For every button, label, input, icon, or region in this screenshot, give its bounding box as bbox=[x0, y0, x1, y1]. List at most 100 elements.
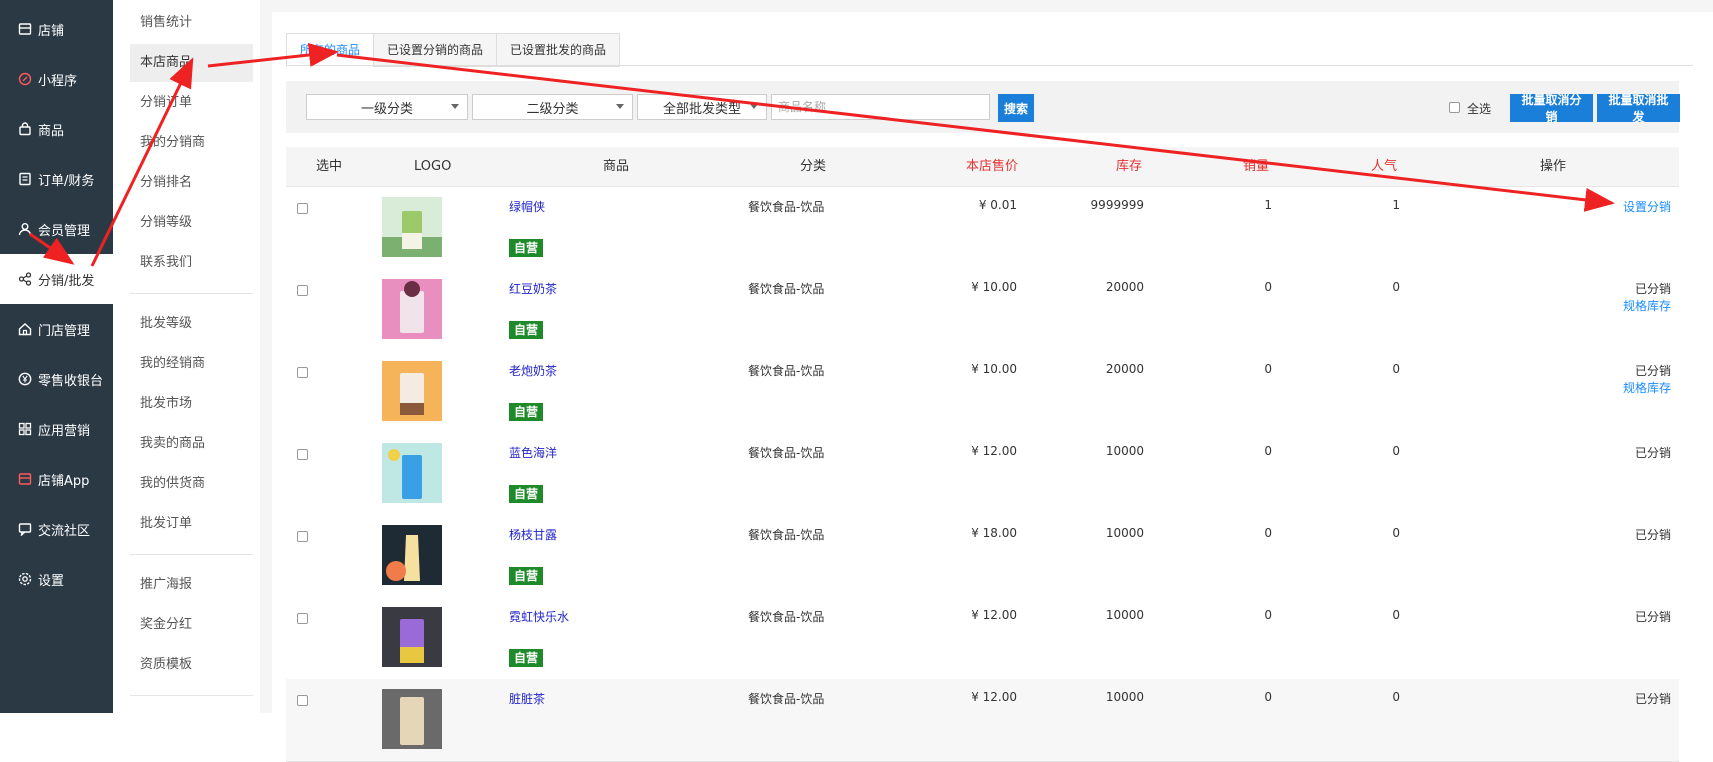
select-all-checkbox[interactable] bbox=[1449, 102, 1460, 113]
nav-item-goods[interactable]: 商品 bbox=[0, 104, 113, 154]
nav-item-community[interactable]: 交流社区 bbox=[0, 504, 113, 554]
nav-item-stores[interactable]: 门店管理 bbox=[0, 304, 113, 354]
bag-icon bbox=[18, 122, 32, 136]
product-name-link[interactable]: 杨枝甘露 bbox=[509, 526, 557, 543]
tab-distribution-goods[interactable]: 已设置分销的商品 bbox=[373, 33, 497, 67]
subnav-sales-stats[interactable]: 销售统计 bbox=[130, 4, 253, 42]
chevron-down-icon bbox=[750, 104, 758, 109]
distributed-status: 已分销 bbox=[1634, 692, 1671, 706]
apps-icon bbox=[18, 422, 32, 436]
subnav-store-goods[interactable]: 本店商品 bbox=[130, 44, 253, 82]
wholesale-type-select[interactable]: 全部批发类型 bbox=[637, 94, 767, 120]
nav-item-cashier[interactable]: 零售收银台 bbox=[0, 354, 113, 404]
nav-item-settings[interactable]: 设置 bbox=[0, 554, 113, 604]
row-checkbox[interactable] bbox=[297, 695, 308, 706]
product-sales: 0 bbox=[1264, 362, 1272, 376]
nav-label: 分销/批发 bbox=[38, 273, 95, 289]
nav-item-store[interactable]: 店铺 bbox=[0, 4, 113, 54]
product-popularity: 0 bbox=[1392, 444, 1400, 458]
subnav-my-suppliers[interactable]: 我的供货商 bbox=[130, 465, 253, 503]
product-sales: 0 bbox=[1264, 526, 1272, 540]
product-popularity: 0 bbox=[1392, 526, 1400, 540]
product-name-link[interactable]: 绿帽侠 bbox=[509, 198, 545, 215]
yen-icon bbox=[18, 372, 32, 386]
product-category: 餐饮食品-饮品 bbox=[748, 200, 825, 214]
subnav-dist-ranking[interactable]: 分销排名 bbox=[130, 164, 253, 202]
subnav-promo-poster[interactable]: 推广海报 bbox=[130, 566, 253, 604]
subnav-dist-levels[interactable]: 分销等级 bbox=[130, 204, 253, 242]
nav-item-miniprogram[interactable]: 小程序 bbox=[0, 54, 113, 104]
product-name-link[interactable]: 老炮奶茶 bbox=[509, 362, 557, 379]
set-distribution-link[interactable]: 设置分销 bbox=[1623, 198, 1671, 215]
subnav-my-dealers[interactable]: 我的经销商 bbox=[130, 345, 253, 383]
category-level1-select[interactable]: 一级分类 bbox=[306, 94, 468, 120]
th-stock[interactable]: 库存 bbox=[1116, 147, 1142, 186]
subnav-my-sold-goods[interactable]: 我卖的商品 bbox=[130, 425, 253, 463]
nav-label: 订单/财务 bbox=[38, 173, 95, 189]
product-name-link[interactable]: 脏脏茶 bbox=[509, 690, 545, 707]
product-stock: 10000 bbox=[1105, 444, 1144, 458]
search-button[interactable]: 搜索 bbox=[998, 94, 1034, 122]
th-popularity[interactable]: 人气 bbox=[1371, 147, 1397, 186]
product-name-link[interactable]: 霓虹快乐水 bbox=[509, 608, 569, 625]
subnav-my-distributors[interactable]: 我的分销商 bbox=[130, 124, 253, 162]
product-price: ¥ 12.00 bbox=[971, 690, 1017, 704]
product-image bbox=[382, 689, 442, 749]
nav-item-store-app[interactable]: 店铺App bbox=[0, 454, 113, 504]
table-header: 选中 LOGO 商品 分类 本店售价 库存 销量 人气 操作 bbox=[286, 147, 1679, 187]
sub-navigation: 销售统计 本店商品 分销订单 我的分销商 分销排名 分销等级 联系我们 批发等级… bbox=[113, 0, 261, 713]
row-checkbox[interactable] bbox=[297, 449, 308, 460]
select-value: 全部批发类型 bbox=[662, 101, 741, 117]
batch-cancel-distribution-button[interactable]: 批量取消分销 bbox=[1510, 93, 1593, 124]
product-stock: 20000 bbox=[1105, 280, 1144, 294]
subnav-divider bbox=[130, 695, 253, 696]
row-checkbox[interactable] bbox=[297, 367, 308, 378]
product-name-link[interactable]: 蓝色海洋 bbox=[509, 444, 557, 461]
spec-stock-link[interactable]: 规格库存 bbox=[1623, 297, 1671, 314]
th-operation: 操作 bbox=[1540, 159, 1567, 174]
product-name-link[interactable]: 红豆奶茶 bbox=[509, 280, 557, 297]
row-checkbox[interactable] bbox=[297, 285, 308, 296]
subnav-wholesale-market[interactable]: 批发市场 bbox=[130, 385, 253, 423]
nav-item-members[interactable]: 会员管理 bbox=[0, 204, 113, 254]
product-name-input[interactable] bbox=[771, 94, 990, 120]
self-operated-badge: 自营 bbox=[509, 649, 544, 667]
product-category: 餐饮食品-饮品 bbox=[748, 364, 825, 378]
row-checkbox[interactable] bbox=[297, 613, 308, 624]
product-stock: 10000 bbox=[1105, 608, 1144, 622]
nav-item-distribution[interactable]: 分销/批发 bbox=[0, 254, 113, 304]
tab-wholesale-goods[interactable]: 已设置批发的商品 bbox=[496, 33, 621, 67]
product-category: 餐饮食品-饮品 bbox=[748, 282, 825, 296]
product-sales: 0 bbox=[1264, 690, 1272, 704]
batch-cancel-wholesale-button[interactable]: 批量取消批发 bbox=[1597, 93, 1680, 124]
product-sales: 0 bbox=[1264, 444, 1272, 458]
spec-stock-link[interactable]: 规格库存 bbox=[1623, 379, 1671, 396]
distributed-status: 已分销 bbox=[1634, 446, 1671, 460]
row-checkbox[interactable] bbox=[297, 531, 308, 542]
product-popularity: 1 bbox=[1392, 198, 1400, 212]
subnav-wholesale-levels[interactable]: 批发等级 bbox=[130, 305, 253, 343]
subnav-divider bbox=[130, 554, 253, 555]
subnav-bonus-dividend[interactable]: 奖金分红 bbox=[130, 606, 253, 644]
product-image bbox=[382, 525, 442, 585]
th-price[interactable]: 本店售价 bbox=[966, 147, 1018, 186]
subnav-wholesale-orders[interactable]: 批发订单 bbox=[130, 505, 253, 543]
select-value: 一级分类 bbox=[360, 101, 413, 117]
table-row: 蓝色海洋 自营 餐饮食品-饮品 ¥ 12.00 10000 0 0 已分销 bbox=[286, 433, 1679, 516]
nav-item-marketing[interactable]: 应用营销 bbox=[0, 404, 113, 454]
nav-label: 应用营销 bbox=[38, 423, 91, 439]
select-all-label: 全选 bbox=[1467, 102, 1492, 116]
distributed-status: 已分销 bbox=[1634, 528, 1671, 542]
category-level2-select[interactable]: 二级分类 bbox=[472, 94, 633, 120]
main-content: 所有的商品 已设置分销的商品 已设置批发的商品 一级分类 二级分类 全部批发类型… bbox=[260, 0, 1713, 762]
subnav-dist-orders[interactable]: 分销订单 bbox=[130, 84, 253, 122]
product-stock: 10000 bbox=[1105, 690, 1144, 704]
distributed-status: 已分销 bbox=[1634, 364, 1671, 378]
subnav-contact-us[interactable]: 联系我们 bbox=[130, 244, 253, 282]
row-checkbox[interactable] bbox=[297, 203, 308, 214]
product-category: 餐饮食品-饮品 bbox=[748, 692, 825, 706]
subnav-qualification-template[interactable]: 资质模板 bbox=[130, 646, 253, 684]
nav-item-orders[interactable]: 订单/财务 bbox=[0, 154, 113, 204]
th-sales[interactable]: 销量 bbox=[1243, 147, 1269, 186]
tab-all-goods[interactable]: 所有的商品 bbox=[286, 33, 374, 67]
